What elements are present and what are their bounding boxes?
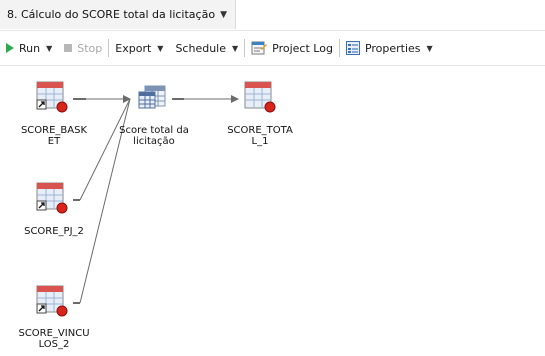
schedule-button[interactable]: Schedule ▼ xyxy=(169,37,244,59)
export-button[interactable]: Export ▼ xyxy=(109,37,169,59)
run-label: Run xyxy=(19,41,41,55)
node-score-total-1-label: SCORE_TOTA L_1 xyxy=(227,125,293,147)
query-builder-icon xyxy=(138,85,166,109)
project-log-icon xyxy=(251,41,268,55)
edge-score-pj-2-to-query xyxy=(73,98,131,201)
chevron-down-icon[interactable]: ▼ xyxy=(157,44,163,53)
export-label: Export xyxy=(115,41,152,55)
schedule-label: Schedule xyxy=(175,41,226,55)
process-flow-tab[interactable]: 8. Cálculo do SCORE total da licitação ▼ xyxy=(0,0,236,29)
play-icon xyxy=(6,43,14,53)
node-score-basket[interactable] xyxy=(36,81,70,118)
node-score-pj-2-label: SCORE_PJ_2 xyxy=(24,226,84,237)
node-score-total-1[interactable] xyxy=(244,81,278,118)
project-log-label: Project Log xyxy=(272,41,333,55)
toolbar: Run ▼ Stop Export ▼ Schedule ▼ Project L… xyxy=(0,31,545,66)
process-flow-canvas[interactable]: SCORE_BASK ET SCORE_PJ_2 SCORE_VINCU LOS… xyxy=(0,66,545,356)
node-score-vinculos-2[interactable] xyxy=(36,285,70,322)
chevron-down-icon[interactable]: ▼ xyxy=(220,10,227,20)
chevron-down-icon[interactable]: ▼ xyxy=(232,44,238,53)
node-score-basket-label: SCORE_BASK ET xyxy=(20,125,88,147)
table-shortcut-icon xyxy=(36,285,68,317)
stop-label: Stop xyxy=(77,41,103,55)
chevron-down-icon[interactable]: ▼ xyxy=(427,44,433,53)
node-query-score-total-label: Score total da licitação xyxy=(119,125,189,147)
node-score-pj-2[interactable] xyxy=(36,182,70,219)
run-button[interactable]: Run ▼ xyxy=(0,37,58,59)
title-bar: 8. Cálculo do SCORE total da licitação ▼ xyxy=(0,0,545,31)
properties-icon xyxy=(345,41,360,55)
table-icon xyxy=(244,81,276,113)
node-score-vinculos-2-label: SCORE_VINCU LOS_2 xyxy=(18,328,90,350)
properties-button[interactable]: Properties ▼ xyxy=(340,37,439,59)
chevron-down-icon[interactable]: ▼ xyxy=(46,44,52,53)
process-flow-tab-label: 8. Cálculo do SCORE total da licitação xyxy=(7,8,216,21)
stop-icon xyxy=(64,44,73,52)
properties-label: Properties xyxy=(364,41,421,55)
node-query-score-total[interactable] xyxy=(137,82,171,119)
stop-button[interactable]: Stop xyxy=(58,37,108,59)
table-shortcut-icon xyxy=(36,81,68,113)
project-log-button[interactable]: Project Log xyxy=(245,37,339,59)
table-shortcut-icon xyxy=(36,182,68,214)
